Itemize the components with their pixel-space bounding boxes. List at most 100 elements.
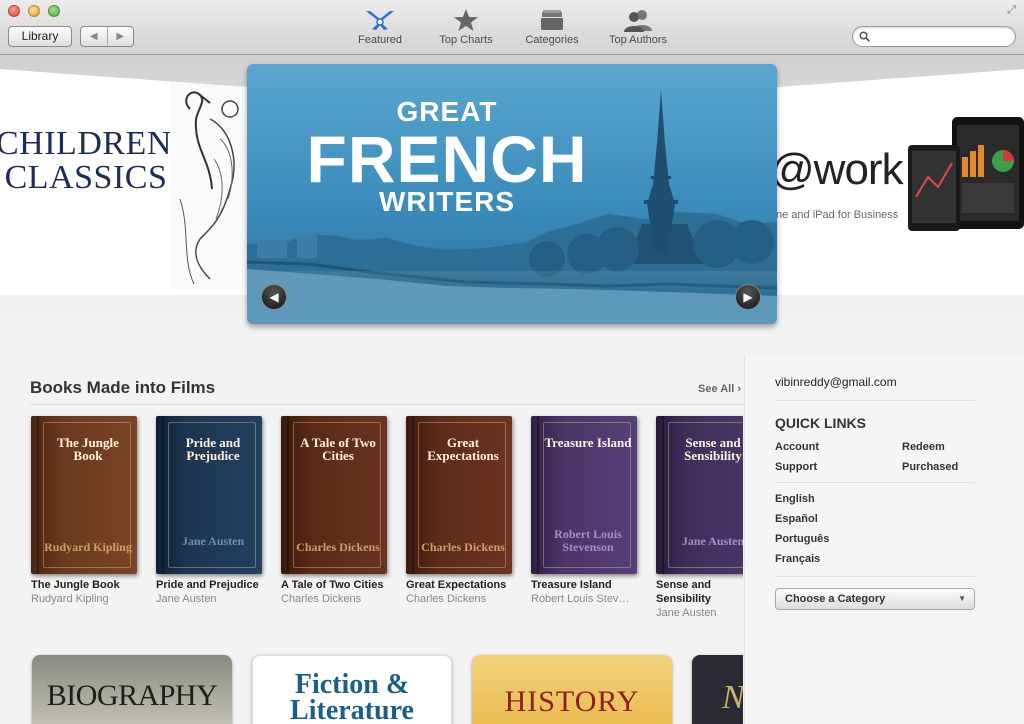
- book-author[interactable]: Charles Dickens: [406, 592, 512, 606]
- book-item[interactable]: The Jungle Book Rudyard Kipling The Jung…: [31, 416, 137, 606]
- tab-top-authors[interactable]: Top Authors: [602, 8, 674, 50]
- book-title[interactable]: Sense and Sensibility: [656, 578, 743, 606]
- book-title[interactable]: Great Expectations: [406, 578, 512, 592]
- featured-carousel: CHILDREN'S CLASSICS @work ne and iPad fo…: [0, 55, 1024, 355]
- book-cover[interactable]: Treasure Island Robert Louis Stevenson: [531, 416, 637, 574]
- cover-author: Charles Dickens: [296, 540, 380, 554]
- banner-childrens-classics[interactable]: CHILDREN'S CLASSICS: [0, 69, 248, 295]
- banner-reflection: [247, 271, 777, 295]
- category-label: BIOGRAPHY: [46, 679, 218, 712]
- link-purchased[interactable]: Purchased: [902, 461, 958, 473]
- book-item[interactable]: Great Expectations Charles Dickens Great…: [406, 416, 512, 606]
- book-cover[interactable]: A Tale of Two Cities Charles Dickens: [281, 416, 387, 574]
- cover-author: Rudyard Kipling: [44, 540, 132, 554]
- language-francais[interactable]: Français: [775, 553, 820, 565]
- category-select[interactable]: Choose a Category ▼: [775, 588, 975, 610]
- account-email[interactable]: vibinreddy@gmail.com: [775, 375, 897, 389]
- book-item[interactable]: A Tale of Two Cities Charles Dickens A T…: [281, 416, 387, 606]
- cover-title: Sense and Sensibility: [684, 435, 742, 463]
- fullscreen-icon[interactable]: ⤢: [1005, 4, 1018, 17]
- book-cover[interactable]: Great Expectations Charles Dickens: [406, 416, 512, 574]
- tab-featured[interactable]: Featured: [350, 8, 410, 50]
- back-button[interactable]: ◀: [81, 27, 108, 46]
- close-window-button[interactable]: [8, 5, 20, 17]
- book-item[interactable]: Pride and Prejudice Jane Austen Pride an…: [156, 416, 262, 606]
- category-tile-biography[interactable]: BIOGRAPHY: [32, 655, 232, 724]
- book-item[interactable]: Sense and Sensibility Jane Austen Sense …: [656, 416, 743, 620]
- language-portugues[interactable]: Português: [775, 533, 829, 545]
- sidebar-divider: [775, 400, 975, 401]
- star-icon: [454, 9, 478, 31]
- book-author[interactable]: Jane Austen: [656, 606, 743, 620]
- link-account[interactable]: Account: [775, 441, 819, 453]
- banner-hero-subtitle: WRITERS: [378, 186, 516, 217]
- banner-right-subtitle: ne and iPad for Business: [776, 209, 899, 221]
- tab-label: Categories: [525, 34, 579, 46]
- quick-links-sidebar: vibinreddy@gmail.com QUICK LINKS Account…: [744, 356, 1024, 724]
- tab-label: Top Charts: [439, 34, 493, 46]
- book-cover[interactable]: Sense and Sensibility Jane Austen: [656, 416, 743, 574]
- banner-right-title: @work: [776, 145, 904, 194]
- language-espanol[interactable]: Español: [775, 513, 818, 525]
- link-redeem[interactable]: Redeem: [902, 441, 945, 453]
- search-icon: [859, 31, 870, 42]
- zoom-window-button[interactable]: [48, 5, 60, 17]
- category-label: N: [722, 679, 743, 716]
- ipad-devices-icon: [908, 117, 1024, 231]
- banner-ipad-at-work[interactable]: @work ne and iPad for Business: [776, 69, 1024, 295]
- cover-author: Jane Austen: [681, 534, 743, 548]
- book-author[interactable]: Rudyard Kipling: [31, 592, 137, 606]
- category-label: HISTORY: [504, 685, 640, 718]
- category-tile-history[interactable]: HISTORY: [472, 655, 672, 724]
- tab-label: Top Authors: [608, 34, 668, 46]
- sidebar-divider: [775, 482, 975, 483]
- book-title[interactable]: A Tale of Two Cities: [281, 578, 387, 592]
- book-author[interactable]: Robert Louis Stev…: [531, 592, 637, 606]
- book-author[interactable]: Jane Austen: [156, 592, 262, 606]
- see-all-link[interactable]: See All ›: [698, 383, 741, 395]
- categories-icon: [541, 10, 563, 30]
- category-select-value: Choose a Category: [785, 593, 886, 605]
- search-input[interactable]: [873, 28, 1013, 47]
- book-cover[interactable]: Pride and Prejudice Jane Austen: [156, 416, 262, 574]
- link-support[interactable]: Support: [775, 461, 817, 473]
- toolbar: ⤢ Library ◀ ▶ Featured Top Charts Catego…: [0, 0, 1024, 55]
- tab-categories[interactable]: Categories: [518, 8, 586, 50]
- category-label: Fiction & Literature: [290, 669, 414, 724]
- cover-author: Jane Austen: [181, 534, 245, 548]
- flamingo-illustration-icon: [170, 79, 248, 289]
- quick-links-heading: QUICK LINKS: [775, 415, 866, 431]
- book-title[interactable]: Treasure Island: [531, 578, 637, 592]
- cover-title: Pride and Prejudice: [185, 435, 241, 463]
- section-divider: [30, 404, 743, 405]
- book-shelf: The Jungle Book Rudyard Kipling The Jung…: [0, 410, 743, 724]
- book-item[interactable]: Treasure Island Robert Louis Stevenson T…: [531, 416, 637, 606]
- tab-label: Featured: [357, 34, 403, 46]
- search-field[interactable]: [852, 26, 1016, 47]
- banner-hero-title: FRENCH: [306, 122, 588, 196]
- cover-author: Charles Dickens: [421, 540, 505, 554]
- section-title: Books Made into Films: [30, 378, 216, 397]
- cover-title: A Tale of Two Cities: [300, 435, 376, 463]
- language-english[interactable]: English: [775, 493, 815, 505]
- book-title[interactable]: The Jungle Book: [31, 578, 137, 592]
- history-navigation: ◀ ▶: [80, 26, 134, 47]
- featured-icon: [366, 11, 394, 30]
- forward-button[interactable]: ▶: [108, 27, 134, 46]
- category-tile-fiction[interactable]: Fiction & Literature: [252, 655, 452, 724]
- cover-title: The Jungle Book: [57, 435, 119, 463]
- banner-left-title: CHILDREN'S CLASSICS: [0, 125, 198, 196]
- category-tile-partial[interactable]: N: [692, 655, 743, 724]
- authors-icon: [624, 10, 652, 32]
- cover-title: Great Expectations: [427, 435, 499, 463]
- tab-top-charts[interactable]: Top Charts: [432, 8, 500, 50]
- cover-title: Treasure Island: [544, 435, 632, 450]
- book-title[interactable]: Pride and Prejudice: [156, 578, 262, 592]
- book-cover[interactable]: The Jungle Book Rudyard Kipling: [31, 416, 137, 574]
- sidebar-divider: [775, 576, 975, 577]
- book-author[interactable]: Charles Dickens: [281, 592, 387, 606]
- library-button[interactable]: Library: [8, 26, 72, 47]
- chevron-down-icon: ▼: [958, 594, 966, 603]
- cover-author: Robert Louis Stevenson: [554, 527, 622, 554]
- minimize-window-button[interactable]: [28, 5, 40, 17]
